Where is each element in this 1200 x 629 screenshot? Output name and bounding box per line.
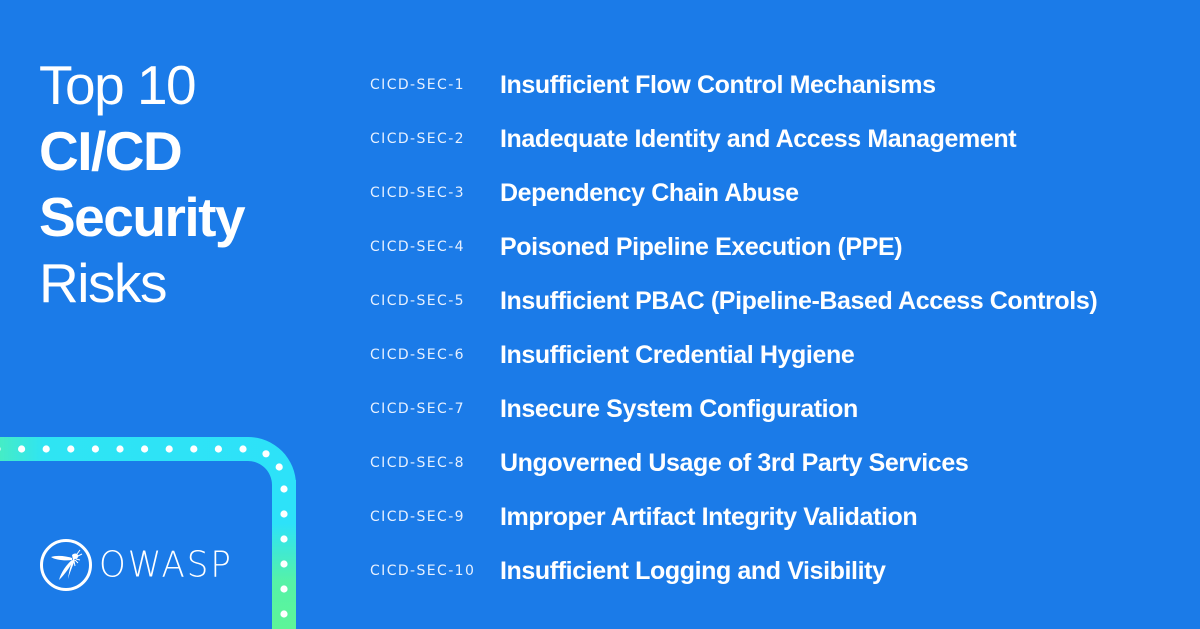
band-dot xyxy=(280,535,288,543)
band-dot xyxy=(141,445,149,453)
band-dot xyxy=(116,445,124,453)
list-item: CICD-SEC-2 Inadequate Identity and Acces… xyxy=(370,112,1097,166)
risk-name: Insufficient PBAC (Pipeline-Based Access… xyxy=(500,286,1098,315)
risk-name: Poisoned Pipeline Execution (PPE) xyxy=(500,232,903,261)
risk-code: CICD-SEC-7 xyxy=(370,401,465,417)
band-dot xyxy=(190,445,198,453)
list-item: CICD-SEC-1 Insufficient Flow Control Mec… xyxy=(370,58,1097,112)
band-dot xyxy=(280,485,288,493)
risk-list: CICD-SEC-1 Insufficient Flow Control Mec… xyxy=(370,58,1098,598)
list-item: CICD-SEC-7 Insecure System Configuration xyxy=(370,382,1097,436)
risk-name: Insecure System Configuration xyxy=(500,394,858,423)
band-dot xyxy=(280,610,288,618)
band-dot xyxy=(42,445,50,453)
title-line-top10: Top 10 xyxy=(39,54,197,116)
band-horizontal xyxy=(0,437,296,629)
owasp-wordmark: OWASP xyxy=(99,544,233,586)
band-dot xyxy=(280,560,288,568)
band-dot xyxy=(165,445,173,453)
band-dot xyxy=(280,585,288,593)
risk-code: CICD-SEC-6 xyxy=(370,347,465,363)
title-line-risks: Risks xyxy=(39,252,167,314)
band-dot xyxy=(91,445,99,453)
risk-code: CICD-SEC-3 xyxy=(370,185,465,201)
list-item: CICD-SEC-10 Insufficient Logging and Vis… xyxy=(370,544,1097,598)
band-dot xyxy=(214,445,222,453)
band-dot xyxy=(239,445,247,453)
title-line-security: Security xyxy=(39,186,246,248)
page-title: Top 10 CI/CD Security Risks xyxy=(39,52,246,316)
band-dot xyxy=(275,463,283,471)
risk-code: CICD-SEC-10 xyxy=(370,563,476,579)
band-dot xyxy=(280,510,288,518)
risk-code: CICD-SEC-9 xyxy=(370,509,465,525)
list-item: CICD-SEC-5 Insufficient PBAC (Pipeline-B… xyxy=(370,274,1098,328)
list-item: CICD-SEC-9 Improper Artifact Integrity V… xyxy=(370,490,1097,544)
risk-code: CICD-SEC-8 xyxy=(370,455,465,471)
owasp-logo: OWASP xyxy=(39,538,233,592)
band-dot xyxy=(67,445,75,453)
risk-code: CICD-SEC-2 xyxy=(370,131,465,147)
risk-name: Improper Artifact Integrity Validation xyxy=(500,502,918,531)
risk-name: Inadequate Identity and Access Managemen… xyxy=(500,124,1017,153)
band-dot xyxy=(262,450,270,458)
title-line-cicd: CI/CD xyxy=(39,120,183,182)
risk-name: Ungoverned Usage of 3rd Party Services xyxy=(500,448,969,477)
risk-name: Insufficient Logging and Visibility xyxy=(500,556,886,585)
risk-code: CICD-SEC-4 xyxy=(370,239,465,255)
risk-code: CICD-SEC-1 xyxy=(370,77,465,93)
risk-name: Dependency Chain Abuse xyxy=(500,178,799,207)
risk-code: CICD-SEC-5 xyxy=(370,293,465,309)
list-item: CICD-SEC-6 Insufficient Credential Hygie… xyxy=(370,328,1097,382)
list-item: CICD-SEC-3 Dependency Chain Abuse xyxy=(370,166,1097,220)
band-dot xyxy=(18,445,26,453)
list-item: CICD-SEC-8 Ungoverned Usage of 3rd Party… xyxy=(370,436,1097,490)
band-vertical xyxy=(272,480,296,629)
risk-name: Insufficient Flow Control Mechanisms xyxy=(500,70,936,99)
owasp-wasp-icon xyxy=(40,539,92,591)
list-item: CICD-SEC-4 Poisoned Pipeline Execution (… xyxy=(370,220,1097,274)
risk-name: Insufficient Credential Hygiene xyxy=(500,340,855,369)
